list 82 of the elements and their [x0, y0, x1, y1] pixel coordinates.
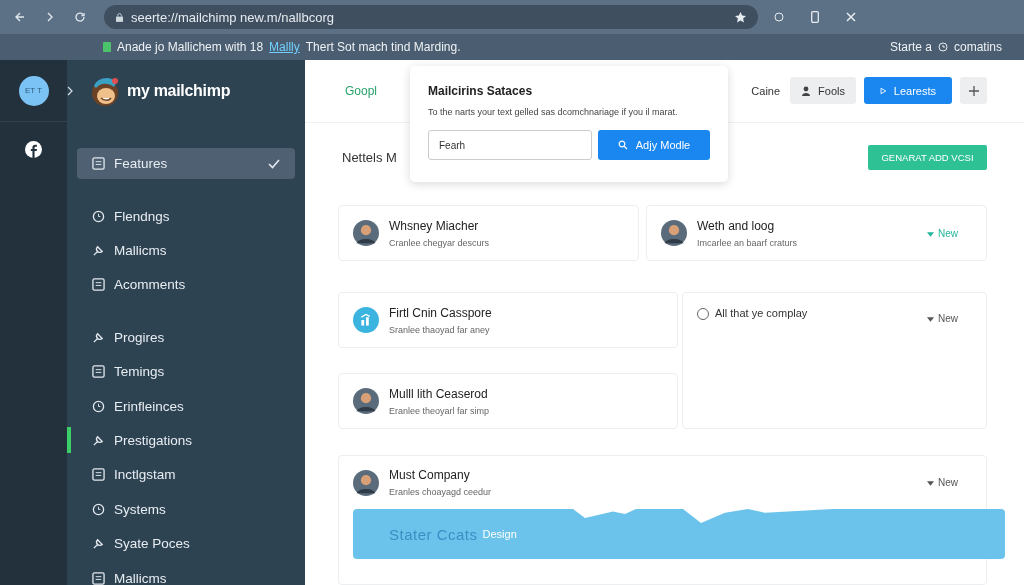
card-subtitle: Sranlee thaoyad far aney — [389, 324, 491, 335]
close-icon[interactable] — [846, 12, 856, 22]
bookmark-text: Anade jo Mallichem with 18 — [117, 40, 264, 54]
sidebar-item[interactable]: Temings — [77, 354, 295, 389]
user-avatar[interactable]: ET T — [18, 75, 49, 106]
reload-icon[interactable] — [74, 11, 86, 23]
menu-item-icon — [92, 209, 105, 223]
menu-item-icon — [92, 468, 105, 482]
sidebar-item[interactable]: Inctlgstam — [77, 457, 295, 493]
user-icon — [801, 85, 812, 96]
plus-icon — [968, 85, 979, 96]
card-subtitle: Imcarlee an baarf craturs — [697, 237, 799, 248]
menu-item-icon — [92, 537, 105, 551]
contact-card[interactable]: Whsney Miacher Cranlee chegyar descurs — [338, 205, 639, 262]
contact-card[interactable]: Weth and loog Imcarlee an baarf craturs New — [646, 205, 987, 262]
phone-icon[interactable] — [811, 11, 819, 23]
new-dropdown[interactable]: New — [927, 477, 958, 489]
sidebar-item[interactable]: Systems — [77, 492, 295, 527]
tools-button[interactable]: Fools — [790, 77, 856, 105]
avatar-icon — [353, 469, 379, 496]
social-icon[interactable] — [25, 141, 42, 158]
menu-item-icon — [92, 502, 105, 516]
search-icon — [617, 140, 628, 150]
radio-label: All that ye complay — [715, 307, 808, 320]
menu-item-icon — [92, 571, 105, 585]
banner-tag: Design — [482, 528, 517, 541]
card-title: Whsney Miacher — [389, 218, 480, 233]
sidebar-item[interactable]: Progires — [77, 320, 295, 355]
avatar-icon — [353, 388, 379, 415]
menu-item-icon — [92, 365, 105, 379]
sidebar-item[interactable]: Mallicms — [77, 560, 295, 585]
sidebar-item[interactable]: Acomments — [77, 267, 295, 303]
popup-title: Mailcirins Sataces — [428, 84, 534, 98]
add-button[interactable] — [960, 77, 987, 105]
menu-link[interactable]: comatins — [953, 40, 1002, 54]
avatar-icon — [353, 220, 379, 247]
menu-item-icon — [92, 330, 105, 344]
caret-icon — [927, 317, 934, 323]
header-text: Caine — [751, 84, 781, 97]
sidebar-item[interactable]: Flendngs — [77, 199, 295, 234]
card-title: Weth and loog — [697, 218, 776, 233]
bookmark-text: Thert Sot mach tind Marding. — [305, 40, 461, 54]
contact-card[interactable]: Mulll lith Ceaserod Eranlee theoyarl far simp — [338, 373, 678, 430]
expand-icon[interactable] — [67, 86, 73, 96]
bookmark-icon — [103, 42, 111, 52]
section-title: Nettels M — [342, 150, 397, 166]
card-subtitle: Eranlee theoyarl far simp — [389, 405, 491, 416]
card-title: Mulll lith Ceaserod — [389, 386, 489, 401]
menu-item-icon — [92, 399, 105, 413]
apply-button[interactable]: Adjy Modle — [598, 130, 710, 160]
menu-item-icon — [92, 157, 105, 170]
address-bar[interactable]: seerte://mailchimp new.m/nallbcorg — [104, 5, 758, 29]
contact-card[interactable]: Firtl Cnin Casspore Sranlee thaoyad far aney — [338, 292, 678, 349]
menu-item-icon — [92, 244, 105, 258]
clock-icon — [937, 42, 948, 52]
sidebar-item[interactable]: Syate Poces — [77, 526, 295, 561]
header-link[interactable]: Starte a — [889, 40, 932, 54]
chart-icon — [353, 307, 379, 334]
lock-icon — [116, 12, 123, 22]
sidebar-item[interactable]: Prestigations — [77, 423, 295, 458]
card-subtitle: Cranlee chegyar descurs — [389, 237, 491, 248]
play-button[interactable]: Learests — [864, 77, 952, 105]
popup-text: To the narts your text gelled sas dcomchnariage if you il marat. — [428, 107, 679, 117]
check-icon — [268, 158, 280, 169]
sidebar-item[interactable]: Erinfleinces — [77, 388, 295, 424]
back-icon[interactable] — [14, 11, 26, 23]
new-dropdown[interactable]: New — [927, 313, 958, 325]
sidebar-item[interactable]: Features — [77, 148, 295, 179]
star-icon[interactable] — [735, 11, 746, 23]
card-title: Firtl Cnin Casspore — [389, 305, 493, 320]
menu-item-icon — [92, 434, 105, 448]
avatar-icon — [661, 220, 687, 247]
search-field[interactable]: Fearh — [428, 130, 592, 160]
play-icon — [880, 85, 887, 96]
sidebar-item[interactable]: Mallicms — [77, 233, 295, 268]
card-subtitle: Eranles choayagd ceedur — [389, 487, 493, 498]
menu-item-icon — [92, 278, 105, 292]
caret-icon — [927, 231, 934, 237]
card-title: Must Company — [389, 468, 471, 483]
caret-icon — [927, 481, 934, 487]
brand-name: my mailchimp — [127, 82, 231, 100]
bookmark-link[interactable]: Mallly — [269, 40, 300, 54]
